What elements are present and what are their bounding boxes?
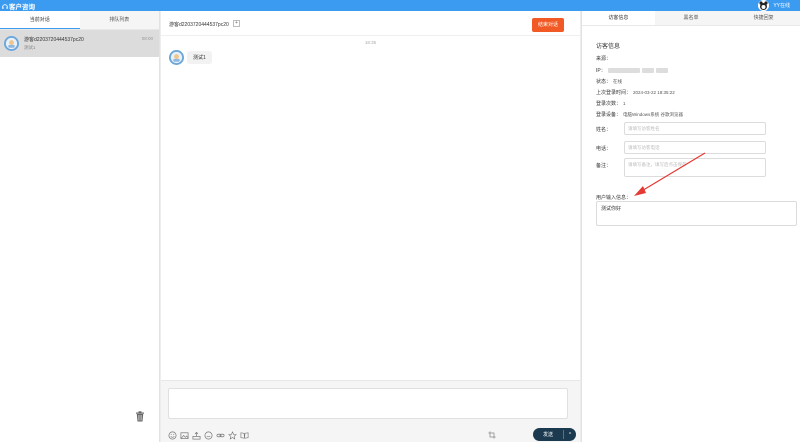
device-label: 登录设备： xyxy=(596,112,622,118)
device-value: 电脑Windows系统 谷歌浏览器 xyxy=(623,111,684,117)
tab-blacklist[interactable]: 黑名单 xyxy=(654,11,728,25)
visitor-avatar-icon xyxy=(4,36,19,51)
phone-label: 电话： xyxy=(596,146,612,152)
ip-label: IP： xyxy=(596,68,606,74)
name-label: 姓名： xyxy=(596,127,612,133)
smile-icon[interactable] xyxy=(204,431,213,440)
source-row: 来源： xyxy=(596,55,611,62)
emoji-icon[interactable] xyxy=(168,431,177,440)
composer: 发送 ^ xyxy=(161,380,580,442)
last-login-value: 2024-03-22 18:35:22 xyxy=(633,90,675,95)
end-chat-button[interactable]: 结束对话 xyxy=(532,18,564,32)
app-logo: 客户咨询 xyxy=(2,1,35,11)
chat-header: 游客d2203720444537pc20 + 结束对话 xyxy=(161,11,580,36)
last-login-label: 上次登录时间： xyxy=(596,90,632,96)
chat-panel: 游客d2203720444537pc20 + 结束对话 18:35 测试1 发送… xyxy=(161,11,580,442)
trash-icon[interactable] xyxy=(135,411,145,422)
star-icon[interactable] xyxy=(228,431,237,440)
device-row: 登录设备： 电脑Windows系统 谷歌浏览器 xyxy=(596,111,684,119)
status-row: 状态： 在线 xyxy=(596,78,623,86)
tab-quick-replies[interactable]: 快捷回复 xyxy=(727,11,800,25)
status-label: 状态： xyxy=(596,79,612,85)
upload-icon[interactable] xyxy=(192,431,201,440)
visitor-info-panel: 访客信息 黑名单 快捷回复 访客信息 来源： IP： 状态： 在线 上次登录时间… xyxy=(581,11,800,442)
session-panel: 当前对话 排队列表 游客d2203720444537pc20 测试1 08:00 xyxy=(0,11,160,442)
header-plus-button[interactable]: + xyxy=(233,20,240,27)
message-bubble: 测试1 xyxy=(187,51,212,64)
image-icon[interactable] xyxy=(180,431,189,440)
section-title: 访客信息 xyxy=(596,44,621,50)
send-button-group: 发送 ^ xyxy=(533,428,576,441)
book-icon[interactable] xyxy=(240,431,249,440)
list-item[interactable]: 游客d2203720444537pc20 测试1 08:00 xyxy=(0,30,159,57)
phone-field-row: 电话： 请填写访客电话 xyxy=(596,141,766,154)
login-count-row: 登录次数： 1 xyxy=(596,100,626,107)
panda-avatar-icon xyxy=(758,0,770,11)
source-label: 来源： xyxy=(596,56,612,62)
chat-message: 测试1 xyxy=(169,50,212,65)
remark-field[interactable]: 请填写备注，填写后点击保存 xyxy=(624,158,766,177)
session-last-message: 测试1 xyxy=(24,45,36,50)
headset-icon xyxy=(2,3,8,9)
name-field-row: 姓名： 请填写访客姓名 xyxy=(596,122,766,135)
message-input[interactable] xyxy=(168,388,568,419)
last-login-row: 上次登录时间： 2024-03-22 18:35:22 xyxy=(596,89,675,96)
login-count-value: 1 xyxy=(623,101,626,106)
name-field[interactable]: 请填写访客姓名 xyxy=(624,122,766,135)
tab-queue-list[interactable]: 排队列表 xyxy=(79,11,159,29)
send-button[interactable]: 发送 xyxy=(533,431,563,438)
info-tabs: 访客信息 黑名单 快捷回复 xyxy=(582,11,800,26)
phone-field[interactable]: 请填写访客电话 xyxy=(624,141,766,154)
ip-value-redacted xyxy=(607,68,640,73)
app-title: 客户咨询 xyxy=(9,4,35,11)
session-time: 08:00 xyxy=(141,36,153,41)
remark-label: 备注： xyxy=(596,163,612,169)
top-bar: 客户咨询 YY在线 xyxy=(0,0,800,11)
username: YY在线 xyxy=(773,3,790,9)
link-icon[interactable] xyxy=(216,431,225,440)
tab-visitor-info[interactable]: 访客信息 xyxy=(582,11,655,25)
session-tabs: 当前对话 排队列表 xyxy=(0,11,159,30)
ip-value-redacted xyxy=(655,68,668,73)
login-count-label: 登录次数： xyxy=(596,101,622,107)
ip-row: IP： xyxy=(596,67,668,74)
user-menu[interactable]: YY在线 xyxy=(758,0,790,11)
chat-timestamp: 18:35 xyxy=(364,40,377,45)
user-input-label: 用户输入信息： xyxy=(596,195,632,201)
tab-current-chats[interactable]: 当前对话 xyxy=(0,11,80,29)
send-options-chevron-icon[interactable]: ^ xyxy=(564,432,576,438)
remark-field-row: 备注： 请填写备注，填写后点击保存 xyxy=(596,158,766,177)
session-name: 游客d2203720444537pc20 xyxy=(24,37,84,43)
chat-title: 游客d2203720444537pc20 xyxy=(169,22,229,28)
user-input-box: 测试你好 xyxy=(596,201,797,226)
screenshot-icon[interactable] xyxy=(488,431,496,439)
status-value: 在线 xyxy=(613,78,623,84)
ip-value-redacted xyxy=(641,68,654,73)
avatar[interactable] xyxy=(758,0,770,11)
composer-toolbar xyxy=(168,431,249,440)
visitor-avatar-icon xyxy=(169,50,184,65)
